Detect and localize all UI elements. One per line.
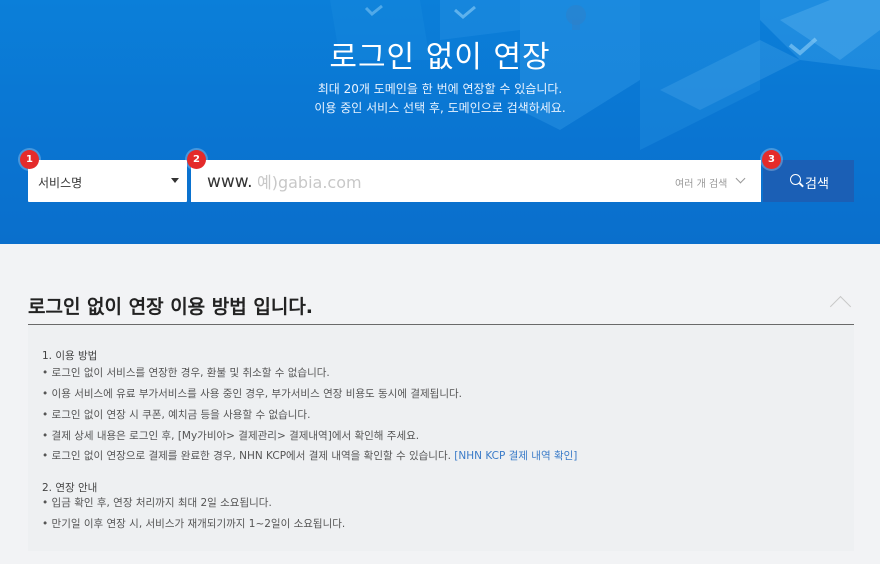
- search-icon: [790, 174, 801, 185]
- domain-field: www. 여러 개 검색: [191, 160, 761, 202]
- service-select[interactable]: 서비스명: [28, 160, 187, 202]
- section-title: 1. 이용 방법: [42, 350, 98, 362]
- step-badge-3: 3: [762, 150, 781, 169]
- chevron-up-icon[interactable]: [829, 295, 852, 318]
- section-title: 2. 연장 안내: [42, 482, 98, 494]
- list-item: • 만기일 이후 연장 시, 서비스가 재개되기까지 1~2일이 소요됩니다.: [42, 518, 346, 530]
- nhn-kcp-link[interactable]: [NHN KCP 결제 내역 확인]: [454, 450, 577, 462]
- domain-input[interactable]: [255, 168, 639, 196]
- search-button-label: 검색: [805, 176, 829, 191]
- guide-title: 로그인 없이 연장 이용 방법 입니다.: [28, 296, 314, 318]
- list-item: • 결제 상세 내용은 로그인 후, [My가비아> 결제관리> 결제내역]에서…: [42, 430, 420, 442]
- multi-search-toggle[interactable]: 여러 개 검색: [675, 175, 727, 190]
- step-badge-2: 2: [187, 150, 206, 169]
- hero-subtitle-line: 이용 중인 서비스 선택 후, 도메인으로 검색하세요.: [314, 101, 566, 115]
- page-title: 로그인 없이 연장: [329, 40, 551, 75]
- hero-subtitle-line: 최대 20개 도메인을 한 번에 연장할 수 있습니다.: [317, 82, 563, 96]
- search-bar: 서비스명 www. 여러 개 검색 검색: [28, 160, 854, 202]
- list-item: • 로그인 없이 연장 시 쿠폰, 예치금 등을 사용할 수 없습니다.: [42, 409, 311, 421]
- service-select-value: 서비스명: [38, 176, 83, 190]
- list-item: • 로그인 없이 서비스를 연장한 경우, 환불 및 취소할 수 없습니다.: [42, 367, 330, 379]
- guide-content: 1. 이용 방법 • 로그인 없이 서비스를 연장한 경우, 환불 및 취소할 …: [28, 325, 854, 551]
- chevron-down-icon[interactable]: [735, 173, 746, 184]
- www-prefix: www.: [207, 172, 253, 192]
- hero-banner: 로그인 없이 연장 최대 20개 도메인을 한 번에 연장할 수 있습니다. 이…: [0, 0, 880, 244]
- list-item: • 입금 확인 후, 연장 처리까지 최대 2일 소요됩니다.: [42, 497, 272, 509]
- caret-down-icon: [171, 178, 179, 183]
- list-item-text: • 로그인 없이 연장으로 결제를 완료한 경우, NHN KCP에서 결제 내…: [42, 450, 455, 462]
- step-badge-1: 1: [20, 150, 39, 169]
- list-item: • 이용 서비스에 유료 부가서비스를 사용 중인 경우, 부가서비스 연장 비…: [42, 388, 462, 400]
- hero-subtitle: 최대 20개 도메인을 한 번에 연장할 수 있습니다. 이용 중인 서비스 선…: [0, 80, 880, 118]
- list-item: • 로그인 없이 연장으로 결제를 완료한 경우, NHN KCP에서 결제 내…: [42, 448, 577, 463]
